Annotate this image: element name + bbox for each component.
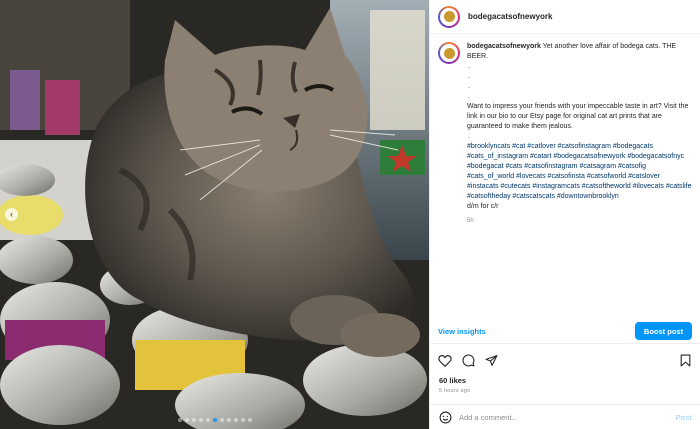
post-timestamp: 5 hours ago (439, 388, 471, 394)
cat-on-beer-cans-image (0, 0, 429, 429)
credit-text: d/m for c/r (467, 203, 499, 210)
carousel-dot (226, 418, 231, 422)
caption-dot: . (468, 133, 470, 140)
carousel-dot (212, 418, 217, 422)
emoji-icon[interactable] (438, 410, 452, 424)
comment-input[interactable]: Add a comment... (459, 413, 676, 422)
caption-dot: . (468, 93, 470, 100)
caption-username[interactable]: bodegacatsofnewyork (467, 43, 541, 50)
comment-bar: Add a comment... Post (430, 404, 700, 429)
hashtags[interactable]: #brooklyncats #cat #catlover #catsofinst… (467, 142, 692, 202)
chevron-left-icon[interactable]: ‹ (5, 208, 18, 221)
carousel-dot (205, 418, 210, 422)
carousel-dot (184, 418, 189, 422)
action-bar (430, 343, 700, 377)
bookmark-icon[interactable] (678, 354, 692, 368)
insights-row: View insights Boost post (430, 321, 700, 341)
avatar[interactable] (438, 5, 460, 28)
likes-count[interactable]: 60 likes (439, 376, 466, 385)
heart-icon[interactable] (438, 354, 452, 368)
carousel-dot (240, 418, 245, 422)
carousel-dot (247, 418, 252, 422)
post-header: bodegacatsofnewyork (430, 0, 700, 34)
carousel-dot (177, 418, 182, 422)
post-comment-button[interactable]: Post (676, 413, 692, 422)
carousel-dots (0, 418, 429, 422)
caption-text: bodegacatsofnewyork Yet another love aff… (467, 42, 692, 314)
post-photo[interactable]: ‹ (0, 0, 429, 429)
boost-post-button[interactable]: Boost post (635, 322, 692, 340)
comment-icon[interactable] (461, 354, 475, 368)
caption-area: bodegacatsofnewyork Yet another love aff… (430, 34, 700, 314)
carousel-dot (191, 418, 196, 422)
header-username[interactable]: bodegacatsofnewyork (468, 12, 552, 21)
caption-dot: . (468, 63, 470, 70)
view-insights-link[interactable]: View insights (438, 327, 486, 336)
share-icon[interactable] (484, 354, 498, 368)
caption-timestamp[interactable]: 5h (467, 216, 692, 226)
caption-avatar[interactable] (438, 42, 460, 64)
post-details-panel: bodegacatsofnewyork bodegacatsofnewyork … (429, 0, 700, 429)
caption-dot: . (468, 83, 470, 90)
carousel-dot (219, 418, 224, 422)
caption-dot: . (468, 73, 470, 80)
carousel-dot (198, 418, 203, 422)
carousel-dot (233, 418, 238, 422)
caption-paragraph: Want to impress your friends with your i… (467, 103, 689, 130)
